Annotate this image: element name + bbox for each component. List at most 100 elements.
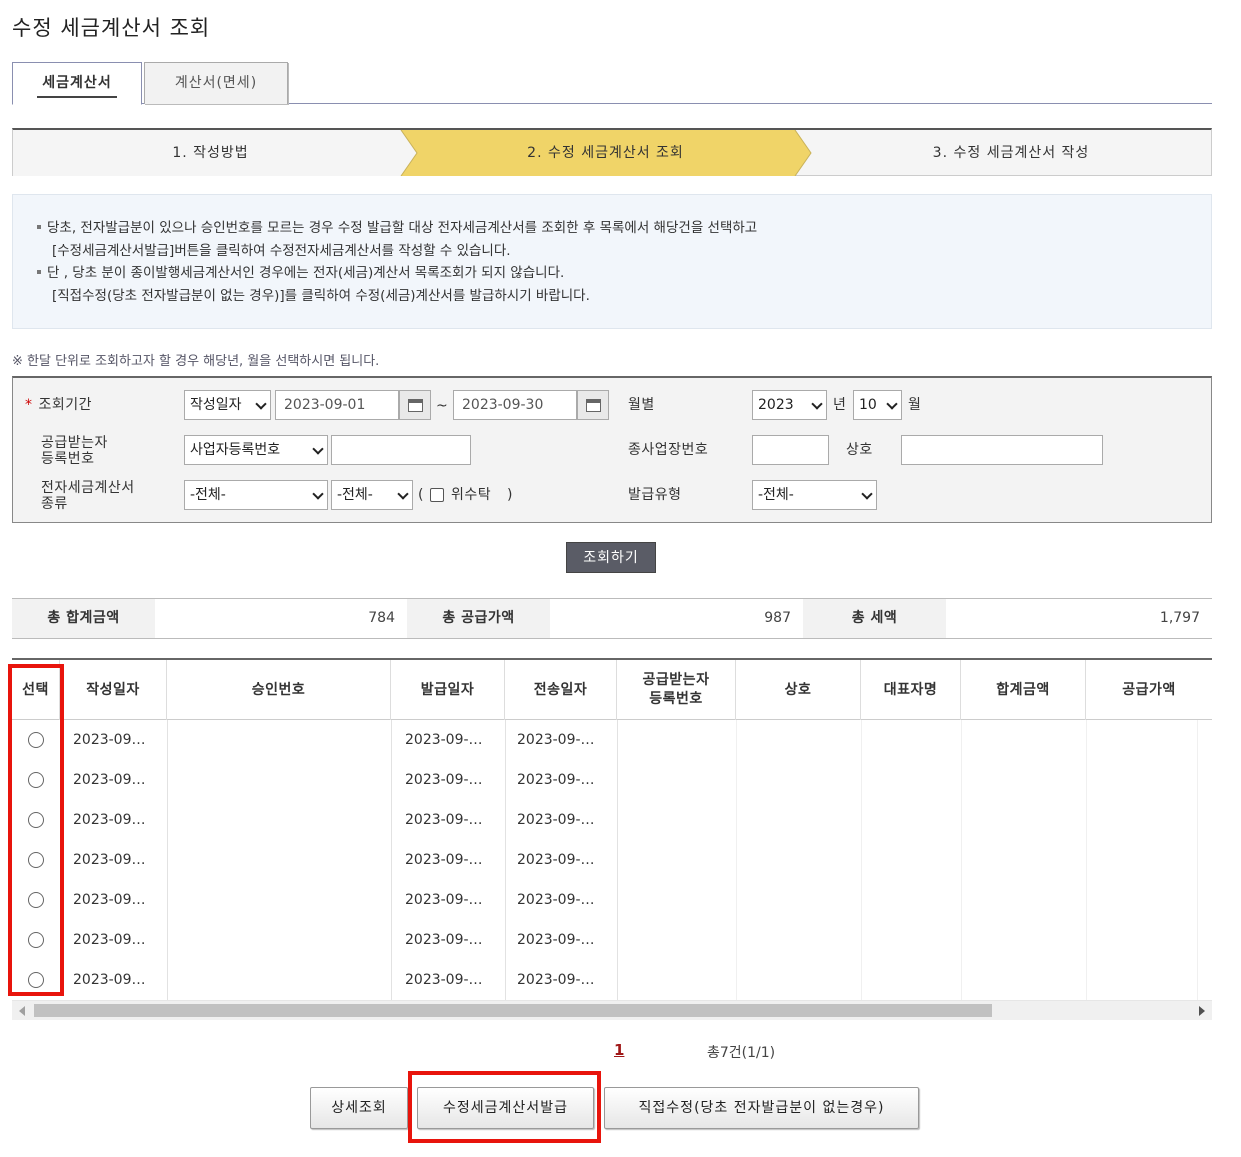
highlight-issue-button — [408, 1071, 601, 1143]
header-approval-number: 승인번호 — [167, 660, 391, 720]
row-send-date: 2023-09-… — [517, 772, 595, 788]
table-row: 2023-09… 2023-09-… 2023-09-… — [12, 760, 1212, 800]
month-value: 10 — [859, 397, 877, 413]
step-1: 1. 작성방법 — [172, 145, 249, 161]
recipient-type-select[interactable]: 사업자등록번호 — [184, 435, 328, 465]
total-sum-value: 784 — [368, 610, 395, 626]
scroll-thumb[interactable] — [34, 1004, 992, 1017]
kind-label: 전자세금계산서 종류 — [41, 480, 135, 512]
sub-biz-input[interactable] — [752, 435, 829, 465]
info-line-3: 단 , 당초 분이 종이발행세금계산서인 경우에는 전자(세금)계산서 목록조회… — [47, 265, 565, 281]
company-label: 상호 — [846, 442, 873, 458]
required-mark: * — [25, 397, 33, 413]
row-send-date: 2023-09-… — [517, 932, 595, 948]
company-input[interactable] — [901, 435, 1103, 465]
period-label: * 조회기간 — [25, 397, 92, 413]
row-send-date: 2023-09-… — [517, 852, 595, 868]
header-send-date: 전송일자 — [505, 660, 617, 720]
detail-button[interactable]: 상세조회 — [310, 1087, 408, 1129]
table-row: 2023-09… 2023-09-… 2023-09-… — [12, 840, 1212, 880]
date-from-input[interactable]: 2023-09-01 — [275, 390, 399, 420]
search-panel: * 조회기간 작성일자 2023-09-01 ~ 2023-09-30 월별 20… — [12, 376, 1212, 523]
header-recipient-line2: 등록번호 — [649, 691, 703, 707]
invoice-table: 선택 작성일자 승인번호 발급일자 전송일자 공급받는자 등록번호 상호 대표자명… — [12, 658, 1212, 1021]
kind-label-line1: 전자세금계산서 — [41, 480, 135, 496]
issue-type-select[interactable]: -전체- — [752, 480, 877, 510]
row-send-date: 2023-09-… — [517, 972, 595, 988]
totals-bar: 총 합계금액 784 총 공급가액 987 총 세액 1,797 — [12, 598, 1212, 639]
tab-bar: 세금계산서 계산서(면세) — [12, 62, 1212, 105]
period-label-text: 조회기간 — [38, 397, 93, 413]
info-box: 당초, 전자발급분이 있으나 승인번호를 모르는 경우 수정 발급할 대상 전자… — [12, 194, 1212, 329]
trust-open: ( — [418, 487, 424, 503]
row-issue-date: 2023-09-… — [405, 932, 483, 948]
step-2-current: 2. 수정 세금계산서 조회 — [527, 145, 684, 161]
table-header: 선택 작성일자 승인번호 발급일자 전송일자 공급받는자 등록번호 상호 대표자명… — [12, 660, 1212, 720]
table-row: 2023-09… 2023-09-… 2023-09-… — [12, 800, 1212, 840]
highlight-select-column — [8, 664, 64, 996]
month-select[interactable]: 10 — [853, 390, 902, 420]
table-row: 2023-09… 2023-09-… 2023-09-… — [12, 920, 1212, 960]
month-suffix: 월 — [908, 397, 922, 413]
tab-tax-invoice[interactable]: 세금계산서 — [12, 62, 142, 105]
calendar-from-button[interactable] — [399, 390, 431, 420]
row-written-date: 2023-09… — [73, 732, 146, 748]
table-row: 2023-09… 2023-09-… 2023-09-… — [12, 720, 1212, 760]
kind-1-value: -전체- — [190, 487, 226, 503]
issue-type-value: -전체- — [758, 487, 794, 503]
row-issue-date: 2023-09-… — [405, 772, 483, 788]
row-written-date: 2023-09… — [73, 772, 146, 788]
year-suffix: 년 — [833, 397, 847, 413]
calendar-icon — [586, 399, 601, 412]
table-row: 2023-09… 2023-09-… 2023-09-… — [12, 880, 1212, 920]
tab-tax-invoice-label: 세금계산서 — [42, 75, 112, 91]
direct-amend-button[interactable]: 직접수정(당초 전자발급분이 없는경우) — [604, 1087, 919, 1129]
calendar-to-button[interactable] — [577, 390, 609, 420]
recipient-label-line2: 등록번호 — [41, 451, 95, 467]
year-value: 2023 — [758, 397, 794, 413]
table-row: 2023-09… 2023-09-… 2023-09-… — [12, 960, 1212, 1000]
row-issue-date: 2023-09-… — [405, 972, 483, 988]
notice-text: ※ 한달 단위로 조회하고자 할 경우 해당년, 월을 선택하시면 됩니다. — [12, 354, 380, 369]
page-total: 총7건(1/1) — [707, 1045, 776, 1061]
calendar-icon — [408, 399, 423, 412]
search-button[interactable]: 조회하기 — [566, 542, 656, 573]
year-select[interactable]: 2023 — [752, 390, 827, 420]
row-written-date: 2023-09… — [73, 852, 146, 868]
recipient-type-value: 사업자등록번호 — [190, 442, 281, 458]
horizontal-scrollbar[interactable] — [12, 1000, 1212, 1020]
header-recipient-number: 공급받는자 등록번호 — [617, 660, 736, 720]
step-3: 3. 수정 세금계산서 작성 — [932, 145, 1090, 161]
page-link-1[interactable]: 1 — [614, 1041, 624, 1059]
row-written-date: 2023-09… — [73, 932, 146, 948]
chevron-down-icon — [312, 443, 324, 455]
row-written-date: 2023-09… — [73, 972, 146, 988]
row-issue-date: 2023-09-… — [405, 812, 483, 828]
tab-invoice-exempt-label: 계산서(면세) — [174, 75, 258, 91]
kind-select-2[interactable]: -전체- — [331, 480, 413, 510]
sub-biz-label: 종사업장번호 — [628, 442, 709, 458]
recipient-number-input[interactable] — [331, 435, 471, 465]
issue-type-label: 발급유형 — [628, 487, 682, 503]
kind-2-value: -전체- — [337, 487, 373, 503]
header-written-date: 작성일자 — [60, 660, 167, 720]
tab-invoice-exempt[interactable]: 계산서(면세) — [144, 62, 288, 104]
scroll-right-icon[interactable] — [1199, 1006, 1205, 1016]
trust-checkbox[interactable] — [430, 488, 444, 502]
kind-select-1[interactable]: -전체- — [184, 480, 328, 510]
info-line-4: [직접수정(당초 전자발급분이 없는 경우)]를 클릭하여 수정(세금)계산서를… — [52, 287, 590, 304]
header-issue-date: 발급일자 — [391, 660, 505, 720]
info-line-1: 당초, 전자발급분이 있으나 승인번호를 모르는 경우 수정 발급할 대상 전자… — [47, 220, 758, 236]
scroll-left-icon[interactable] — [19, 1006, 25, 1016]
chevron-down-icon — [861, 488, 873, 500]
header-company: 상호 — [736, 660, 861, 720]
step-indicator: 1. 작성방법 2. 수정 세금계산서 조회 3. 수정 세금계산서 작성 — [12, 128, 1212, 176]
page-title: 수정 세금계산서 조회 — [12, 16, 211, 40]
row-issue-date: 2023-09-… — [405, 732, 483, 748]
info-line-2: [수정세금계산서발급]버튼을 클릭하여 수정전자세금계산서를 작성할 수 있습니… — [52, 242, 511, 259]
period-type-select[interactable]: 작성일자 — [184, 390, 271, 420]
row-send-date: 2023-09-… — [517, 812, 595, 828]
month-label: 월별 — [628, 397, 655, 413]
tilde: ~ — [436, 398, 449, 414]
date-to-input[interactable]: 2023-09-30 — [453, 390, 577, 420]
